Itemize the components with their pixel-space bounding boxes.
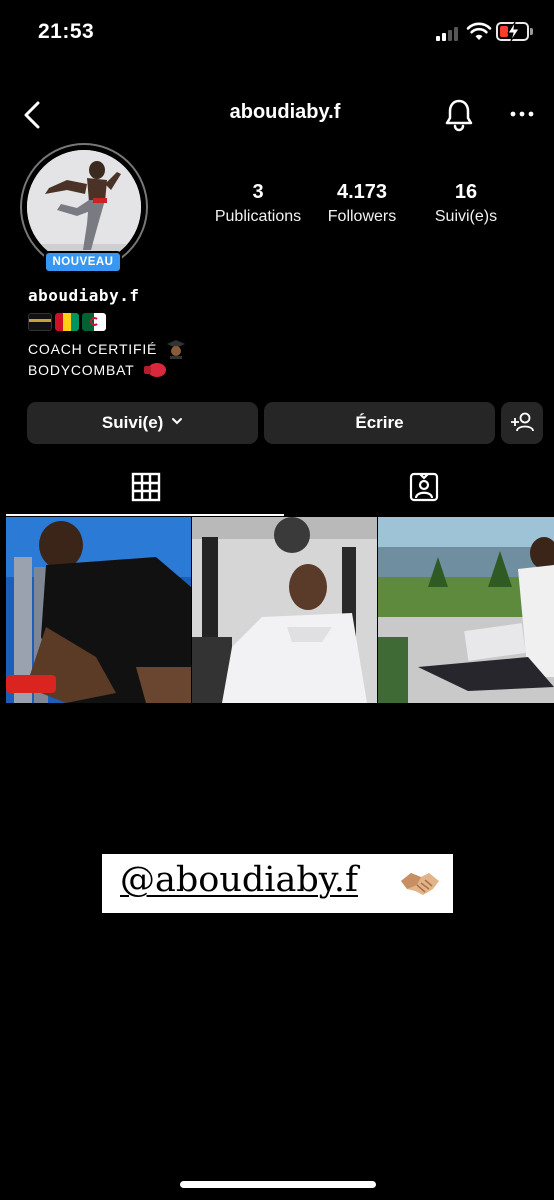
post-photo-laptop xyxy=(378,517,554,703)
post-2[interactable] xyxy=(192,517,377,703)
post-1[interactable] xyxy=(6,517,191,703)
stat-publications[interactable]: 3 Publications xyxy=(207,181,309,226)
chevron-down-icon xyxy=(172,418,183,425)
bio-line-bodycombat: BODYCOMBAT xyxy=(28,362,167,378)
post-3[interactable] xyxy=(378,517,554,703)
bio-bodycombat-text: BODYCOMBAT xyxy=(28,362,135,378)
stat-followers-value: 4.173 xyxy=(336,181,388,203)
story-mention-text: @aboudiaby.f xyxy=(120,860,358,900)
stat-followers[interactable]: 4.173 Followers xyxy=(316,181,408,226)
notification-bell-icon[interactable] xyxy=(443,98,475,132)
stat-followers-label: Followers xyxy=(327,208,397,225)
stat-publications-label: Publications xyxy=(214,208,302,225)
following-button-label: Suivi(e) xyxy=(101,413,164,432)
bio-name: aboudiaby.f xyxy=(28,286,140,305)
guinea-flag xyxy=(55,313,79,331)
grid-tab-icon[interactable] xyxy=(127,468,165,506)
boxing-glove-emoji xyxy=(143,363,166,377)
post-photo-boxer xyxy=(6,517,191,703)
tagged-person-icon[interactable] xyxy=(405,468,443,506)
new-badge: NOUVEAU xyxy=(44,251,122,273)
message-button-label: Écrire xyxy=(355,413,404,432)
avatar[interactable] xyxy=(27,150,141,264)
algeria-flag xyxy=(82,313,106,331)
handshake-emoji xyxy=(401,873,439,895)
active-tab-indicator xyxy=(6,514,284,516)
stat-publications-value: 3 xyxy=(252,181,264,203)
suggested-users-button[interactable] xyxy=(501,402,543,444)
bio-line-coach: COACH CERTIFIÉ xyxy=(28,339,186,359)
header-username: aboudiaby.f xyxy=(229,101,341,123)
more-options-icon[interactable] xyxy=(509,104,535,124)
graduate-emoji xyxy=(166,340,185,359)
avatar-kick-photo xyxy=(27,150,141,264)
signal-icon xyxy=(436,25,462,41)
following-button[interactable]: Suivi(e) xyxy=(27,402,258,444)
bio-coach-text: COACH CERTIFIÉ xyxy=(28,341,158,357)
wifi-icon xyxy=(466,22,492,40)
message-button[interactable]: Écrire xyxy=(264,402,495,444)
kaaba-emoji xyxy=(28,313,52,331)
stat-following-value: 16 xyxy=(454,181,478,203)
battery-tip xyxy=(530,28,533,35)
story-mention-tag[interactable]: @aboudiaby.f xyxy=(102,854,453,913)
stat-following-label: Suivi(e)s xyxy=(434,208,498,225)
battery-low-charging-icon xyxy=(496,22,529,41)
back-chevron-icon[interactable] xyxy=(18,100,48,130)
add-person-icon xyxy=(511,412,534,432)
home-indicator[interactable] xyxy=(180,1181,376,1188)
stat-following[interactable]: 16 Suivi(e)s xyxy=(424,181,508,226)
post-photo-gym xyxy=(192,517,377,703)
status-time: 21:53 xyxy=(38,20,95,43)
